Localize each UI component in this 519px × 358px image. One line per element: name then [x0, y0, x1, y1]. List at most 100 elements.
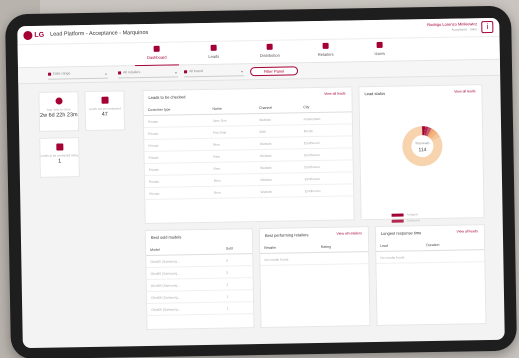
table-row: Oled65 (Samsung... 1 — [147, 301, 254, 316]
leads-icon — [210, 44, 217, 51]
card-title: Longest response time — [380, 230, 422, 236]
lg-logo-text: LG — [34, 31, 45, 39]
best-sold-card: Best sold models Model Sold Oled65 (Sams… — [144, 228, 255, 331]
leads-table-card: Leads to be checked View all leads Custo… — [142, 86, 355, 225]
table-cell: Piet Smit — [208, 125, 256, 139]
tab-dashboard[interactable]: Dashboard — [134, 45, 179, 67]
donut-center-label: Total leads — [415, 141, 430, 145]
lead-status-donut: Total leads 114 — [402, 126, 443, 167]
card-title: Lead status — [364, 90, 386, 97]
store-icon — [118, 71, 122, 75]
table-cell: Website — [255, 148, 301, 162]
user-icon[interactable]: i — [481, 20, 494, 34]
legend-swatch — [391, 219, 404, 223]
tab-label: Distribution — [259, 52, 280, 59]
table-cell: Eindhoven — [299, 135, 353, 149]
view-all-leads-link[interactable]: View all leads — [457, 229, 478, 233]
tab-label: Retailers — [317, 51, 334, 57]
table-cell: Oled65 (Samsung... — [147, 302, 223, 316]
user-name: Rodrigo Lorenzo Minkiewicz — [427, 21, 478, 28]
view-all-leads-link[interactable]: View all leads — [454, 89, 475, 93]
chevron-down-icon: ⌄ — [103, 70, 109, 77]
stat-value: 2w 6d 22h 23m — [39, 112, 78, 119]
table-cell: 2 — [222, 277, 253, 291]
chevron-down-icon: ⌄ — [239, 68, 245, 75]
table-cell: Private — [144, 126, 209, 140]
leads-table-body: Private Jane Doe Website Amsterdam Private Pi… — [143, 111, 354, 200]
user-subtitle: Acceptance · Sales — [451, 27, 478, 32]
stat-title: Avg. time to close — [46, 107, 71, 112]
longest-response-card: Longest response time View all leads Lea… — [374, 224, 487, 327]
date-range-value: Date range — [53, 71, 71, 76]
stat-card-today: Leads to be contacted today 1 — [39, 137, 80, 178]
stat-card-not-contacted: Leads not yet contacted 47 — [84, 90, 126, 132]
table-cell: Rien — [209, 185, 257, 199]
tab-users[interactable]: Users — [358, 41, 402, 57]
tablet-screen: LG Lead Platform - Acceptance - Marquino… — [17, 17, 505, 349]
table-cell: Rien — [208, 137, 256, 151]
tag-icon — [184, 70, 188, 74]
legend-label: Assigned — [406, 212, 419, 217]
chevron-down-icon: ⌄ — [173, 69, 179, 76]
table-cell: 3 — [222, 265, 253, 279]
table-cell: Private — [144, 138, 210, 152]
tab-leads[interactable]: Leads — [192, 44, 236, 59]
stat-title: Leads not yet contacted — [88, 106, 121, 111]
card-title: Best performing retailers — [264, 232, 309, 238]
table-cell: Private — [145, 186, 211, 200]
column-header: Lead — [376, 240, 423, 252]
user-info[interactable]: Rodrigo Lorenzo Minkiewicz Acceptance · … — [427, 21, 477, 32]
stat-title: Leads to be contacted today — [40, 153, 79, 158]
tablet-device: LG Lead Platform - Acceptance - Marquino… — [5, 5, 517, 358]
table-cell: Website — [255, 136, 301, 150]
column-header: Sold — [221, 243, 253, 255]
dashboard-icon — [153, 45, 160, 52]
empty-state: No results found — [376, 249, 485, 264]
table-cell: Private — [144, 162, 210, 176]
table-cell: Eindhoven — [300, 159, 353, 173]
donut-center-value: 114 — [418, 147, 426, 153]
table-row: No results found — [260, 251, 369, 266]
distribution-icon — [266, 43, 273, 50]
card-title: Best sold models — [150, 234, 182, 240]
table-cell: Website — [255, 160, 301, 174]
tab-label: Users — [374, 50, 386, 56]
table-cell: Rien — [209, 161, 257, 175]
retailers-icon — [322, 42, 329, 49]
document-icon — [55, 143, 63, 151]
table-row: No results found — [376, 249, 485, 264]
brand-value: All brand — [189, 68, 203, 74]
view-all-retailers-link[interactable]: View all retailers — [336, 231, 361, 235]
legend-swatch — [391, 213, 404, 217]
legend-item: Assigned — [391, 212, 423, 217]
lg-logo-icon — [23, 30, 33, 40]
tab-distribution[interactable]: Distribution — [248, 43, 292, 58]
table-cell: Eindhoven — [300, 183, 354, 197]
table-cell: Jane Doe — [208, 113, 256, 127]
table-cell: 1 — [222, 289, 254, 303]
document-icon — [100, 96, 109, 104]
users-icon — [376, 41, 383, 48]
tab-retailers[interactable]: Retailers — [304, 42, 348, 57]
longest-response-table: Lead Duration No results found — [376, 239, 485, 264]
stat-card-avg-time: Avg. time to close 2w 6d 22h 23m — [38, 91, 80, 132]
table-row[interactable]: Private Rien Website Eindhoven — [145, 183, 354, 200]
app-title: Lead Platform - Acceptance - Marquinos — [50, 29, 149, 38]
brand-select[interactable]: All brand ⌄ — [184, 68, 245, 78]
table-cell: Rien — [209, 149, 256, 163]
legend-item: Contacted — [391, 218, 423, 223]
view-all-leads-link[interactable]: View all leads — [324, 92, 345, 96]
table-cell: Rien — [209, 173, 257, 187]
stat-value: 47 — [101, 111, 108, 118]
table-cell: Eindhoven — [300, 147, 353, 161]
retailer-value: All retailers — [123, 70, 141, 75]
date-range-select[interactable]: Date range ⌄ — [48, 70, 109, 80]
stat-value: 1 — [58, 158, 62, 165]
empty-state: No results found — [260, 251, 369, 266]
table-cell: Eindhoven — [300, 171, 354, 185]
best-sold-table: Model Sold Oled65 (Samsung... 4 Oled65 (Sa… — [146, 243, 254, 316]
retailer-select[interactable]: All retailers ⌄ — [118, 69, 179, 79]
table-cell: Private — [144, 150, 210, 164]
filter-button[interactable]: Filter Panel — [249, 66, 299, 77]
table-cell: Amsterdam — [299, 111, 352, 125]
